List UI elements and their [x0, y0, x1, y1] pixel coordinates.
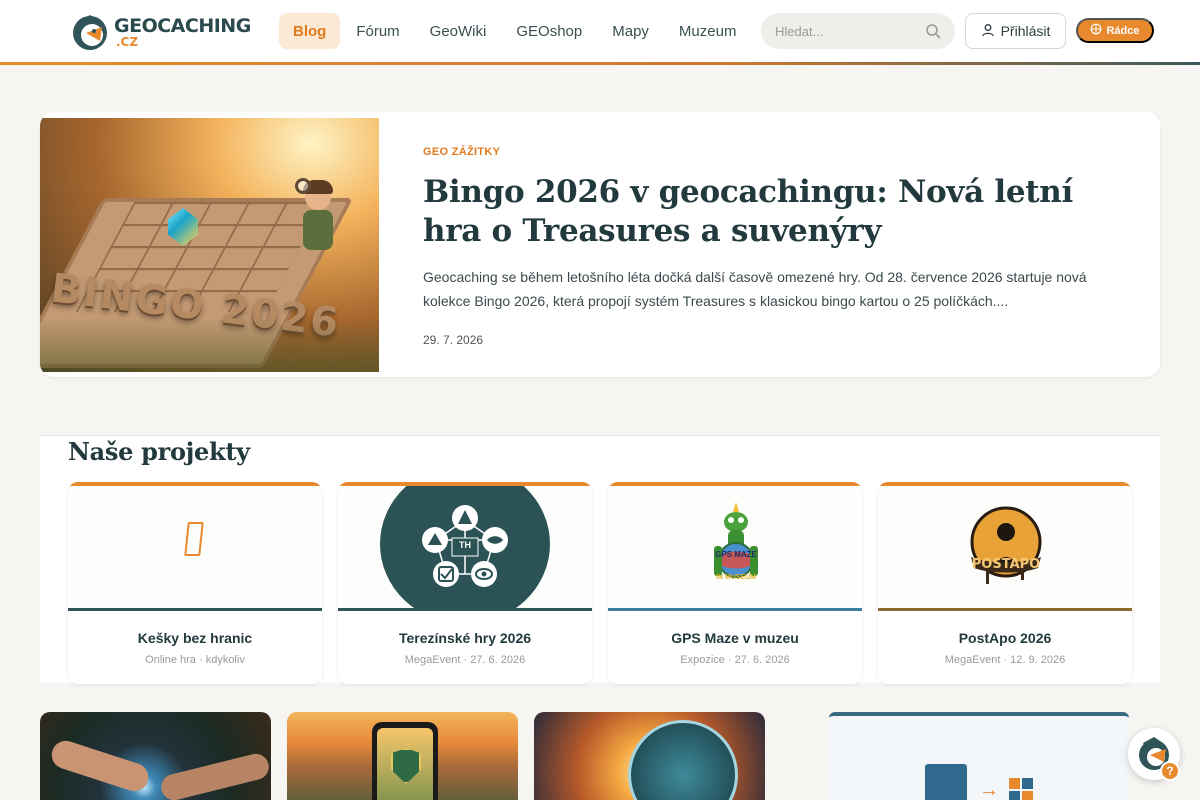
- project-meta: Expozice · 27. 6. 2026: [680, 654, 790, 666]
- geocaching-logo-icon: [70, 11, 110, 53]
- project-meta: MegaEvent · 27. 6. 2026: [404, 654, 526, 666]
- help-question-badge[interactable]: ?: [1160, 761, 1180, 781]
- whale-badge-icon: [628, 720, 738, 800]
- nav-item-muzeum[interactable]: Muzeum: [665, 13, 751, 49]
- card-separator: [338, 608, 592, 611]
- main-nav: Blog Fórum GeoWiki GEOshop Mapy Muzeum: [279, 13, 752, 49]
- card-separator: [878, 608, 1132, 611]
- search-box: [761, 13, 955, 49]
- project-name: GPS Maze v muzeu: [671, 630, 799, 646]
- project-card-postapo[interactable]: POSTAPO PostApo 2026 MegaEvent · 12. 9. …: [878, 482, 1132, 684]
- article-excerpt: Geocaching se během letošního léta dočká…: [423, 269, 1087, 309]
- terezin-logo-icon: TH: [380, 486, 550, 610]
- projects-title: Naše projekty: [68, 437, 250, 466]
- blocks-icon: [1009, 778, 1033, 800]
- project-meta: MegaEvent · 12. 9. 2026: [944, 654, 1066, 666]
- article-card-3[interactable]: [534, 712, 765, 800]
- article-date: 29. 7. 2026: [423, 333, 484, 347]
- project-name: Terezínské hry 2026: [398, 630, 532, 646]
- explorer-figure-icon: [295, 178, 347, 268]
- project-card-terezinske-hry[interactable]: TH Terezínské hry 2026 MegaEvent · 27. 6…: [338, 482, 592, 684]
- logo-suffix: .CZ: [116, 34, 139, 49]
- radce-button[interactable]: Rádce: [1076, 18, 1154, 43]
- radce-label: Rádce: [1106, 24, 1140, 37]
- gps-badge-sub: IN MUSEUM: [715, 574, 757, 581]
- arrow-right-icon: →: [979, 779, 999, 800]
- moss-overlay: [40, 318, 379, 372]
- search-icon[interactable]: [925, 23, 941, 39]
- projects-section: Naše projekty Kešky bez hranic Online hr…: [40, 435, 1160, 684]
- article-category[interactable]: GEO ZÁŽITKY: [423, 146, 1123, 158]
- project-visual: TH: [338, 486, 592, 610]
- project-meta: Online hra · kdykoliv: [145, 654, 245, 666]
- project-name: Kešky bez hranic: [137, 630, 253, 646]
- document-icon: [925, 764, 967, 800]
- site-logo[interactable]: GEOCACHING .CZ: [70, 11, 251, 53]
- login-label: Přihlásit: [1000, 23, 1051, 39]
- nav-item-forum[interactable]: Fórum: [342, 13, 413, 49]
- project-visual: [68, 486, 322, 610]
- nav-item-blog[interactable]: Blog: [279, 13, 341, 49]
- project-visual: POSTAPO: [878, 486, 1132, 610]
- compass-icon: [1090, 23, 1102, 38]
- header-accent-line: [0, 62, 1200, 65]
- article-card-1[interactable]: [40, 712, 271, 800]
- postapo-logo-icon: POSTAPO: [966, 502, 1046, 592]
- nav-item-geoshop[interactable]: GEOshop: [502, 13, 596, 49]
- login-button[interactable]: Přihlásit: [965, 13, 1066, 49]
- gps-maze-logo-icon: GPS MAZE IN MUSEUM: [706, 500, 766, 590]
- article-card-2[interactable]: [287, 712, 518, 800]
- nav-item-mapy[interactable]: Mapy: [598, 13, 663, 49]
- project-visual: GPS MAZE IN MUSEUM: [608, 486, 862, 610]
- postapo-badge-text: POSTAPO: [971, 557, 1041, 572]
- site-header: GEOCACHING .CZ Blog Fórum GeoWiki GEOsho…: [0, 0, 1200, 62]
- logo-word: GEOCACHING: [114, 14, 251, 37]
- article-title[interactable]: Bingo 2026 v geocachingu: Nová letní hra…: [423, 173, 1123, 251]
- project-card-gps-maze[interactable]: GPS MAZE IN MUSEUM GPS Maze v muzeu Expo…: [608, 482, 862, 684]
- nav-item-geowiki[interactable]: GeoWiki: [416, 13, 501, 49]
- user-icon: [981, 23, 995, 40]
- featured-article[interactable]: BINGO 2026 GEO ZÁŽITKY Bingo 2026 v geoc…: [40, 112, 1160, 377]
- hand-shape: [158, 751, 271, 800]
- project-name: PostApo 2026: [958, 630, 1052, 646]
- th-badge-text: TH: [459, 540, 471, 550]
- hand-shape: [48, 737, 152, 795]
- card-separator: [608, 608, 862, 611]
- card-separator: [68, 608, 322, 611]
- featured-body: GEO ZÁŽITKY Bingo 2026 v geocachingu: No…: [423, 146, 1123, 347]
- search-input[interactable]: [775, 23, 925, 39]
- featured-image: BINGO 2026: [40, 118, 379, 372]
- sidebar-widget[interactable]: →: [829, 712, 1129, 800]
- missing-image-icon: [184, 522, 204, 556]
- gps-badge-text: GPS MAZE: [715, 550, 757, 559]
- project-card-kesky-bez-hranic[interactable]: Kešky bez hranic Online hra · kdykoliv: [68, 482, 322, 684]
- logo-text: GEOCACHING .CZ: [114, 14, 251, 49]
